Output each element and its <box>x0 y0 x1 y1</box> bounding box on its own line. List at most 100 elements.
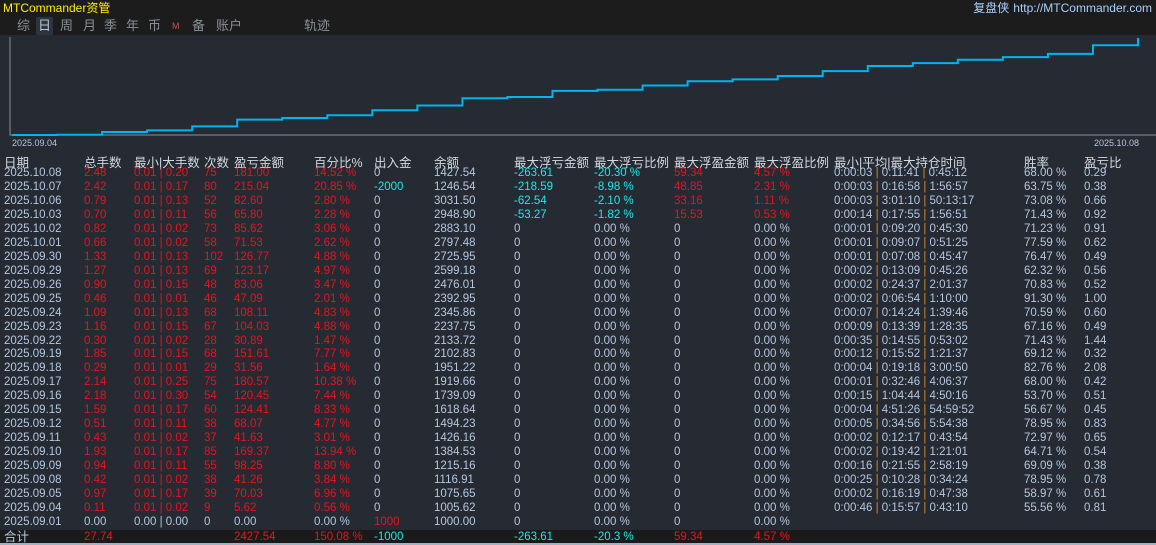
table-row[interactable]: 2025.09.30 1.33 0.01 | 0.13 102 126.77 4.88 %… <box>0 250 1156 264</box>
cell-win-rate: 58.97 % <box>1024 488 1067 501</box>
cell-flow: -2000 <box>374 180 404 193</box>
table-row[interactable]: 2025.09.15 1.59 0.01 | 0.17 60 124.41 8.33 % 0… <box>0 403 1156 417</box>
tab-5[interactable]: 年 <box>124 17 141 35</box>
table-row[interactable]: 2025.09.24 1.09 0.01 | 0.13 68 108.11 4.83 % 0… <box>0 306 1156 320</box>
table-row[interactable]: 2025.09.10 1.93 0.01 | 0.17 85 169.37 13.94 %… <box>0 445 1156 459</box>
table-row[interactable]: 2025.10.06 0.79 0.01 | 0.13 52 82.60 2.80 % 0 3… <box>0 194 1156 208</box>
cell-min-max-lots: 0.01 | 0.11 <box>134 208 188 221</box>
table-row[interactable]: 2025.09.09 0.94 0.01 | 0.11 55 98.25 8.80 % 0 1… <box>0 459 1156 473</box>
cell-max-float-loss: 0 <box>514 404 521 417</box>
cell-pct: 4.88 % <box>314 320 350 333</box>
cell-pl-ratio: 0.32 <box>1084 348 1107 361</box>
cell-count: 38 <box>204 474 217 487</box>
table-row[interactable]: 2025.09.22 0.30 0.01 | 0.02 28 30.89 1.47 % 0 2… <box>0 334 1156 348</box>
cell-win-rate: 56.67 % <box>1024 404 1067 417</box>
cell-min-max-lots: 0.01 | 0.02 <box>134 222 189 235</box>
cell-max-float-loss-pct: 0.00 % <box>594 474 630 487</box>
tab-4[interactable]: 季 <box>102 17 119 35</box>
tab-2[interactable]: 周 <box>58 17 75 35</box>
cell-hold-time: 0:00:01 | 0:09:20 | 0:45:30 <box>834 222 968 235</box>
cell-hold-time: 0:00:12 | 0:15:52 | 1:21:37 <box>834 348 968 361</box>
site-url[interactable]: http://MTCommander.com <box>1013 1 1152 15</box>
cell-pct: 4.77 % <box>314 418 350 431</box>
cell-count: 37 <box>204 432 217 445</box>
cell-max-float-profit-pct: 0.00 % <box>754 376 790 389</box>
cell-flow: 0 <box>374 446 381 459</box>
cell-pl-ratio: 0.38 <box>1084 180 1107 193</box>
cell-pct: 4.88 % <box>314 250 350 263</box>
table-row[interactable]: 2025.09.12 0.51 0.01 | 0.11 38 68.07 4.77 % 0 1… <box>0 417 1156 431</box>
table-row[interactable]: 2025.10.03 0.70 0.01 | 0.11 56 65.80 2.28 % 0 2… <box>0 208 1156 222</box>
cell-max-float-loss-pct: 0.00 % <box>594 502 630 515</box>
table-row[interactable]: 2025.09.23 1.16 0.01 | 0.15 67 104.03 4.88 % 0… <box>0 320 1156 334</box>
cell-pnl: 0.00 <box>234 516 257 528</box>
cell-max-float-loss: 0 <box>514 278 521 291</box>
cell-pnl: 30.89 <box>234 334 263 347</box>
cell-pl-ratio: 0.60 <box>1084 306 1107 319</box>
table-row[interactable]: 2025.09.01 0.00 0.00 | 0.00 0 0.00 0.00 % 1000… <box>0 515 1156 529</box>
cell-count: 54 <box>204 390 217 403</box>
tab-10[interactable]: 轨迹 <box>302 17 332 35</box>
table-row[interactable]: 2025.09.04 0.11 0.01 | 0.02 9 5.62 0.56 % 0 100… <box>0 501 1156 515</box>
cell-max-float-profit: 0 <box>674 278 681 291</box>
cell-date: 2025.09.30 <box>4 250 62 263</box>
tab-1[interactable]: 日 <box>36 17 54 35</box>
cell-pl-ratio: 0.29 <box>1084 167 1107 179</box>
cell-max-float-profit: 0 <box>674 376 681 389</box>
tab-3[interactable]: 月 <box>81 17 98 35</box>
table-row[interactable]: 2025.10.08 2.48 0.01 | 0.20 75 181.00 14.52 %… <box>0 166 1156 180</box>
cell-date: 2025.09.29 <box>4 264 62 277</box>
cell-max-float-profit-pct: 4.57 % <box>754 167 790 179</box>
cell-date: 2025.09.26 <box>4 278 62 291</box>
cell-pl-ratio: 0.45 <box>1084 404 1107 417</box>
cell-pnl: 85.62 <box>234 222 263 235</box>
cell-flow: 1000 <box>374 516 400 528</box>
table-row[interactable]: 2025.09.05 0.97 0.01 | 0.17 39 70.03 6.96 % 0 1… <box>0 487 1156 501</box>
tab-6[interactable]: 币 <box>146 17 163 35</box>
cell-lots: 0.70 <box>84 208 107 221</box>
cell-date: 2025.09.24 <box>4 306 62 319</box>
cell-pnl: 41.26 <box>234 474 263 487</box>
cell-win-rate: 82.76 % <box>1024 362 1067 375</box>
cell-pnl: 126.77 <box>234 250 270 263</box>
cell-flow: 0 <box>374 292 381 305</box>
table-row[interactable]: 2025.09.19 1.85 0.01 | 0.15 68 151.61 7.77 % 0… <box>0 347 1156 361</box>
tab-0[interactable]: 综 <box>15 17 32 35</box>
cell-flow: 0 <box>374 194 381 207</box>
cell-lots: 0.94 <box>84 460 107 473</box>
table-row[interactable]: 2025.09.16 2.18 0.01 | 0.30 54 120.45 7.44 % 0… <box>0 389 1156 403</box>
table-row[interactable]: 2025.09.25 0.46 0.01 | 0.01 46 47.09 2.01 % 0 2… <box>0 292 1156 306</box>
cell-max-float-loss-pct: 0.00 % <box>594 348 630 361</box>
cell-hold-time: 0:00:07 | 0:14:24 | 1:39:46 <box>834 306 968 319</box>
cell-date: 2025.09.09 <box>4 460 62 473</box>
cell-hold-time: 0:00:02 | 0:12:17 | 0:43:54 <box>834 432 968 445</box>
cell-count: 52 <box>204 194 217 207</box>
cell-pl-ratio: 1.44 <box>1084 334 1107 347</box>
table-row[interactable]: 2025.09.26 0.90 0.01 | 0.15 48 83.06 3.47 % 0 2… <box>0 278 1156 292</box>
table-row[interactable]: 2025.10.01 0.66 0.01 | 0.02 58 71.53 2.62 % 0 2… <box>0 236 1156 250</box>
cell-pl-ratio: 0.83 <box>1084 418 1107 431</box>
cell-min-max-lots: 0.01 | 0.13 <box>134 306 189 319</box>
table-row[interactable]: 2025.10.02 0.82 0.01 | 0.02 73 85.62 3.06 % 0 2… <box>0 222 1156 236</box>
table-row[interactable]: 2025.09.18 0.29 0.01 | 0.01 29 31.56 1.64 % 0 1… <box>0 361 1156 375</box>
table-row[interactable]: 2025.09.08 0.42 0.01 | 0.02 38 41.26 3.84 % 0 1… <box>0 473 1156 487</box>
cell-hold-time: 0:00:03 | 3:01:10 | 50:13:17 <box>834 194 975 207</box>
cell-max-float-profit-pct: 2.31 % <box>754 180 790 193</box>
cell-lots: 0.30 <box>84 334 107 347</box>
table-row[interactable]: 2025.09.17 2.14 0.01 | 0.25 75 180.57 10.38 %… <box>0 375 1156 389</box>
cell-pnl: 98.25 <box>234 460 263 473</box>
cell-flow: 0 <box>374 250 381 263</box>
table-row[interactable]: 2025.09.11 0.43 0.01 | 0.02 37 41.63 3.01 % 0 1… <box>0 431 1156 445</box>
table-row[interactable]: 2025.10.07 2.42 0.01 | 0.17 80 215.04 20.85 %… <box>0 180 1156 194</box>
cell-flow: 0 <box>374 404 381 417</box>
site-link[interactable]: 复盘侠 http://MTCommander.com <box>973 0 1152 16</box>
cell-max-float-profit-pct: 0.00 % <box>754 362 790 375</box>
tab-9[interactable]: 账户 <box>214 17 244 35</box>
tab-8[interactable]: 备 <box>190 17 207 35</box>
cell-date: 2025.09.01 <box>4 516 62 528</box>
cell-hold-time: 0:00:02 | 0:13:09 | 0:45:26 <box>834 264 968 277</box>
table-row[interactable]: 2025.09.29 1.27 0.01 | 0.13 69 123.17 4.97 % 0… <box>0 264 1156 278</box>
cell-lots: 0.66 <box>84 236 107 249</box>
cell-lots: 0.29 <box>84 362 107 375</box>
tab-7[interactable]: M <box>170 17 182 35</box>
